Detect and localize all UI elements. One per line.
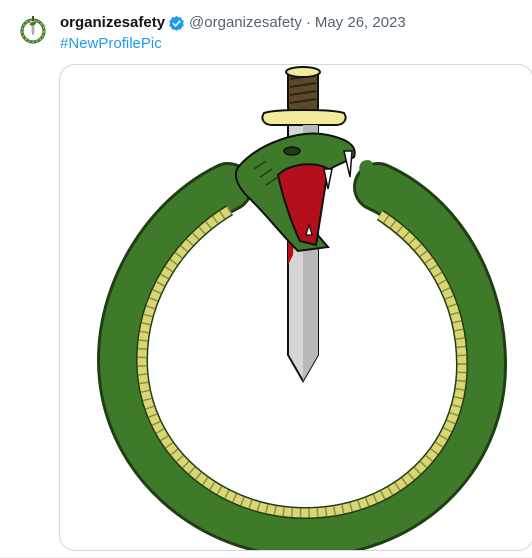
avatar[interactable] [16, 12, 50, 46]
tweet-image[interactable] [59, 64, 532, 551]
snake-dagger-image-icon [96, 66, 508, 550]
user-handle[interactable]: @organizesafety [189, 13, 302, 33]
hashtag-link[interactable]: #NewProfilePic [60, 34, 162, 54]
tweet-date[interactable]: May 26, 2023 [315, 13, 406, 33]
tweet[interactable]: organizesafety @organizesafety · May 26,… [0, 0, 532, 558]
snake-dagger-logo-icon [20, 16, 46, 44]
verified-badge-icon [168, 15, 185, 32]
display-name[interactable]: organizesafety [60, 13, 165, 33]
separator-dot: · [305, 14, 311, 31]
tweet-header: organizesafety @organizesafety · May 26,… [60, 13, 406, 33]
